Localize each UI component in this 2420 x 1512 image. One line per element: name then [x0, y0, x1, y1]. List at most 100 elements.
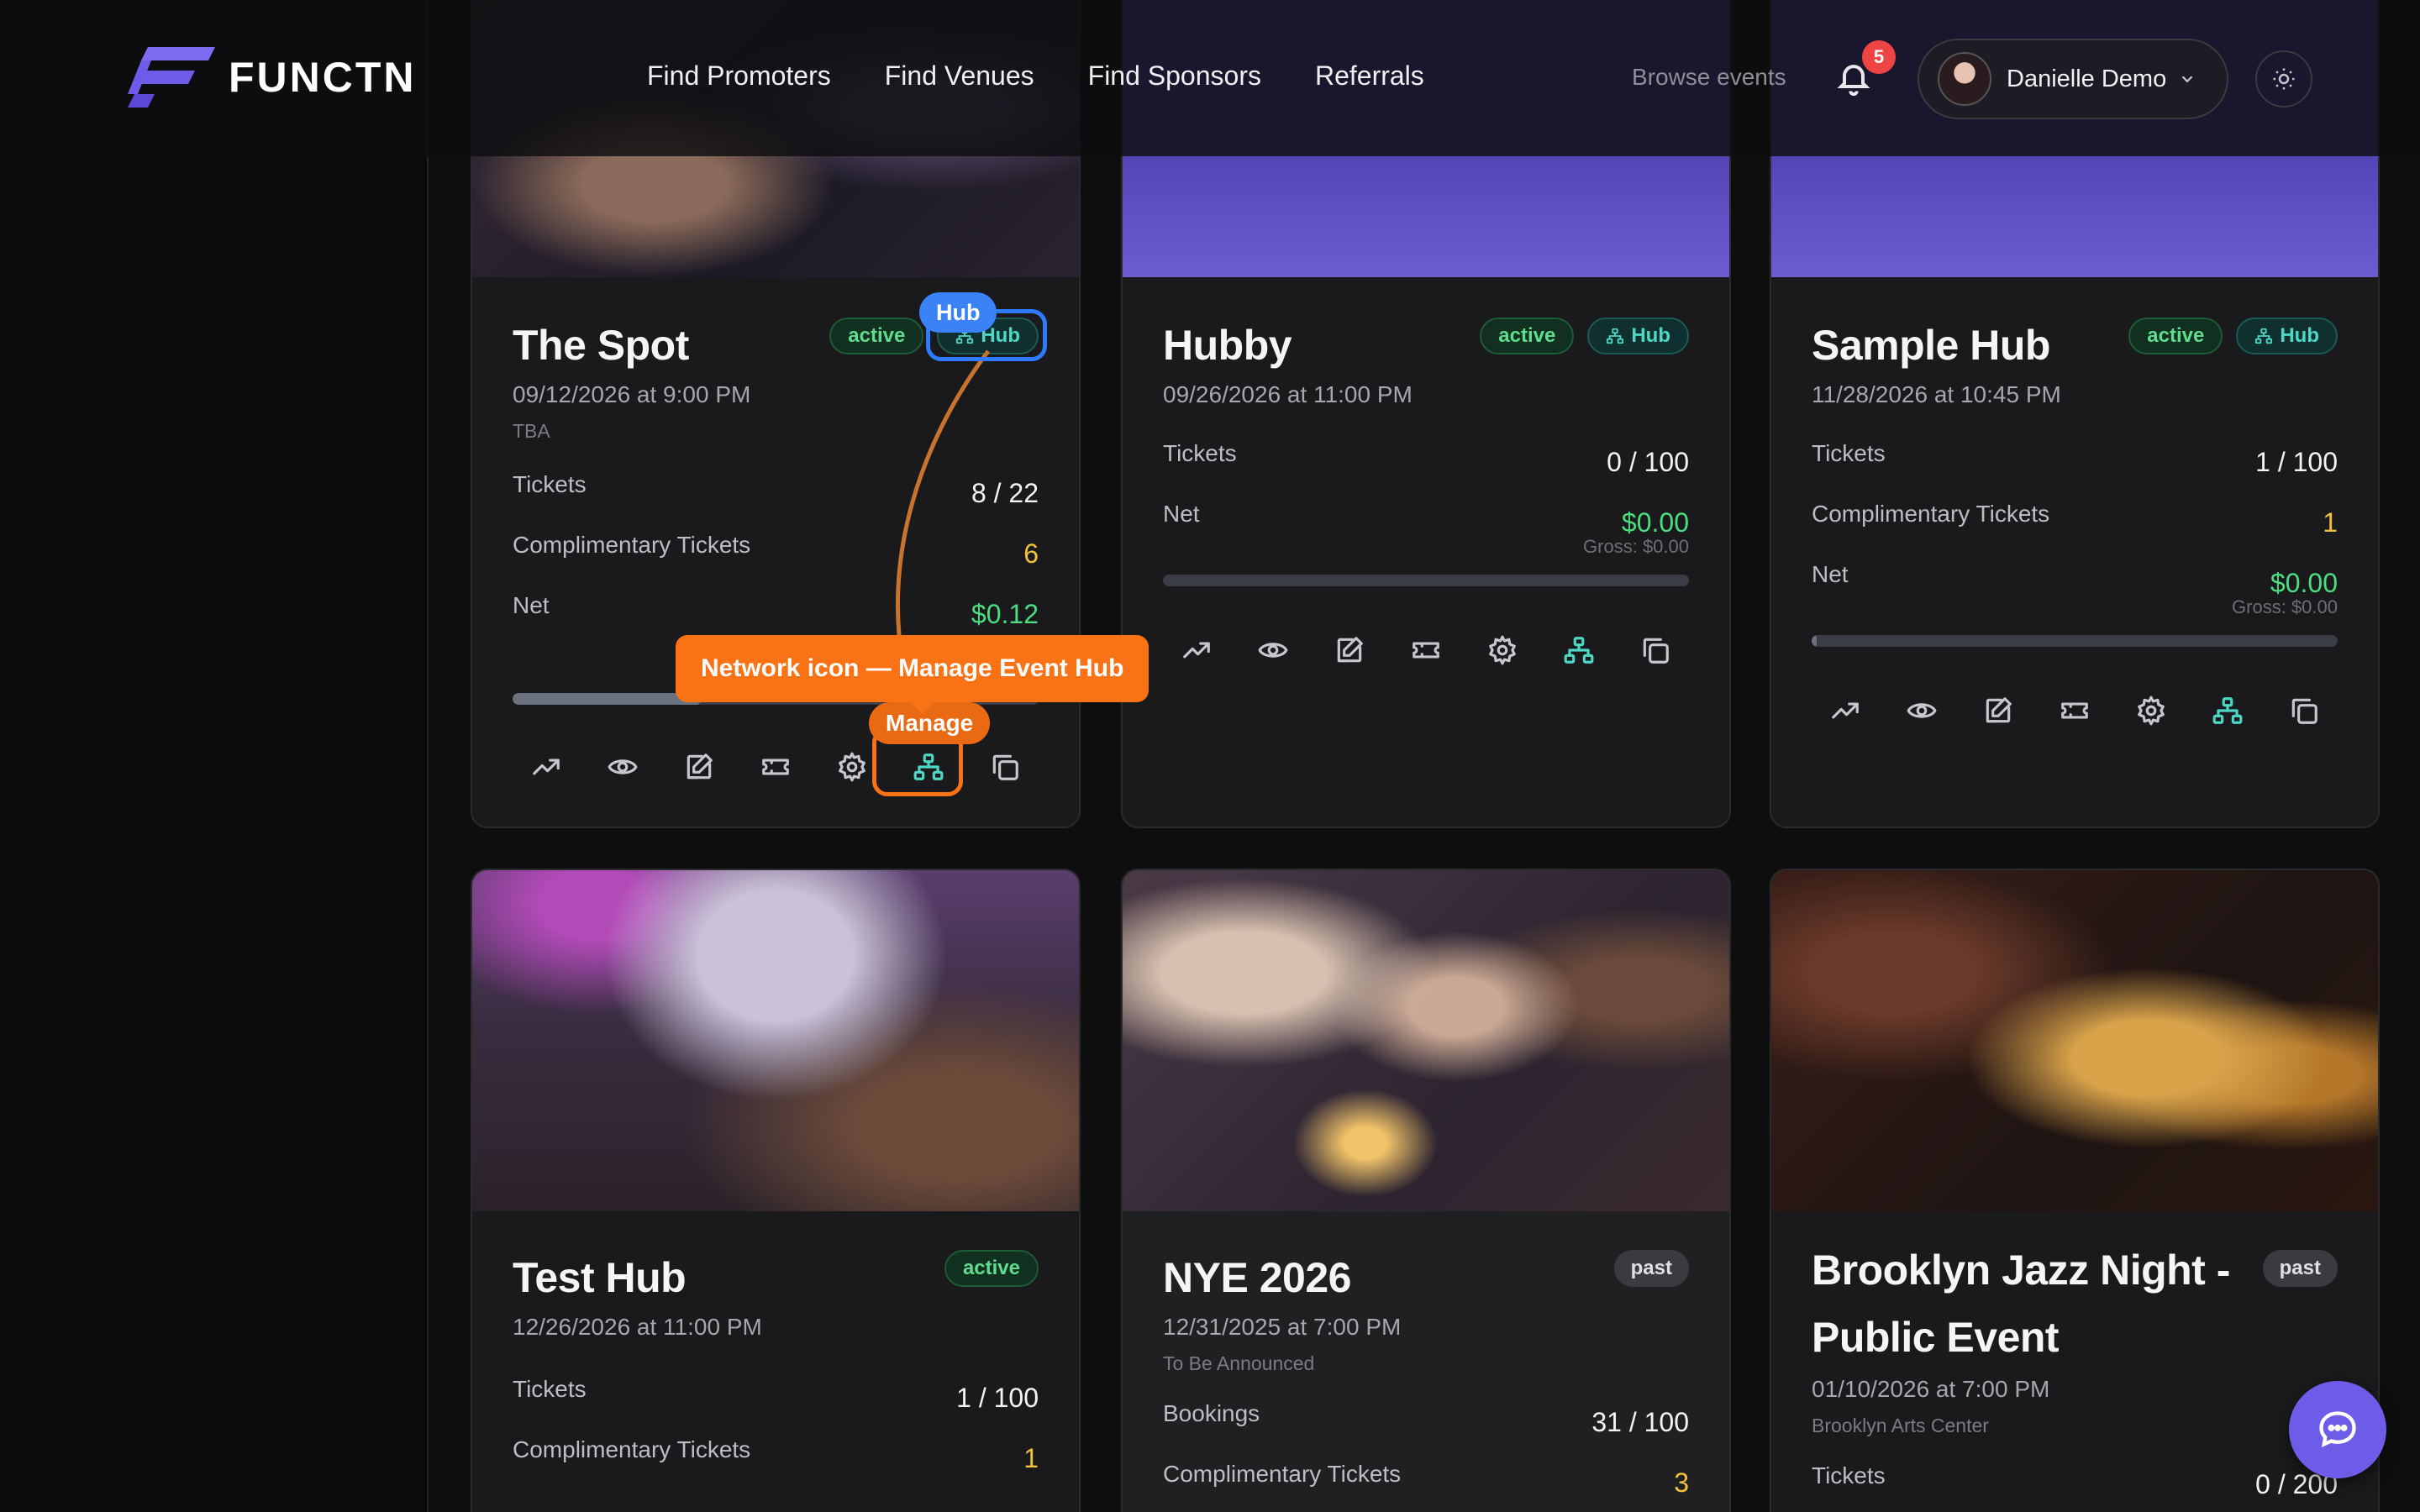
stat-row: Complimentary Tickets 6 [513, 532, 1039, 592]
analytics-icon[interactable] [1178, 632, 1215, 669]
stat-row: Tickets 8 / 22 [513, 471, 1039, 532]
stat-label: Complimentary Tickets [1812, 501, 2050, 527]
stat-value: 1 [2323, 507, 2338, 538]
sun-icon [2273, 68, 2295, 90]
event-date: 01/10/2026 at 7:00 PM [1812, 1376, 2050, 1402]
chat-icon [2319, 1411, 2356, 1447]
stat-value: 31 / 100 [1591, 1407, 1689, 1437]
stat-label: Tickets [513, 471, 587, 497]
avatar [1938, 52, 1991, 106]
analytics-icon[interactable] [1827, 692, 1864, 729]
notification-count-badge: 5 [1862, 40, 1896, 74]
stat-label: Tickets [1812, 440, 1886, 466]
ticket-progress [1163, 575, 1689, 586]
chat-button[interactable] [2289, 1381, 2386, 1478]
copy-icon[interactable] [2286, 692, 2323, 729]
event-date: 11/28/2026 at 10:45 PM [1812, 381, 2061, 407]
hub-badge-label: Hub [2280, 324, 2319, 347]
view-icon[interactable] [1255, 632, 1292, 669]
chevron-down-icon [2181, 76, 2193, 83]
event-card[interactable]: Test Hub 12/26/2026 at 11:00 PM active T… [471, 869, 1081, 1512]
stat-row: Tickets 1 / 100 [1812, 440, 2338, 501]
hub-badge-label: Hub [1631, 324, 1670, 347]
event-title[interactable]: NYE 2026 [1163, 1253, 1689, 1302]
network-icon[interactable] [2209, 692, 2246, 729]
stat-value: 1 / 100 [956, 1383, 1039, 1413]
copy-icon[interactable] [1637, 632, 1674, 669]
ticket-progress-fill [1812, 635, 1818, 647]
edit-icon[interactable] [681, 748, 718, 785]
user-menu[interactable]: Danielle Demo [1918, 39, 2228, 119]
network-icon-callout: Network icon — Manage Event Hub [676, 635, 1150, 714]
view-icon[interactable] [604, 748, 641, 785]
network-icon [2255, 328, 2273, 344]
event-title-line: Public Event [1812, 1314, 2060, 1361]
stat-value: 3 [1674, 1467, 1689, 1498]
edit-icon[interactable] [1980, 692, 2017, 729]
status-badge: past [2262, 1250, 2338, 1287]
view-icon[interactable] [1903, 692, 1940, 729]
gear-icon[interactable] [1484, 632, 1521, 669]
stat-value: 0 / 100 [1607, 447, 1689, 477]
stat-value: 1 / 100 [2255, 447, 2338, 477]
theme-toggle[interactable] [2255, 50, 2312, 108]
nav-find-promoters[interactable]: Find Promoters [647, 60, 831, 92]
nav-find-sponsors[interactable]: Find Sponsors [1088, 60, 1261, 92]
network-icon[interactable] [1560, 632, 1597, 669]
event-date: 09/12/2026 at 9:00 PM [513, 381, 751, 407]
stat-value: $0.00 [2270, 568, 2338, 598]
gear-icon[interactable] [2133, 692, 2170, 729]
status-badge: past [1613, 1250, 1689, 1287]
event-date: 09/26/2026 at 11:00 PM [1163, 381, 1413, 407]
stat-label: Tickets [1163, 440, 1237, 466]
stat-label: Net [1163, 501, 1200, 527]
stat-value: $0.00 [1621, 507, 1689, 538]
stat-row: Tickets 1 / 100 [513, 1376, 1039, 1436]
ticket-progress-fill [513, 693, 702, 705]
event-venue: TBA [513, 420, 550, 442]
event-title-line: Brooklyn Jazz Night - [1812, 1247, 2230, 1294]
status-badge: active [944, 1250, 1039, 1287]
stat-row: Complimentary Tickets 1 [1812, 501, 2338, 561]
ticket-icon[interactable] [1407, 632, 1444, 669]
stat-label: Net [513, 592, 550, 618]
user-name: Danielle Demo [2007, 65, 2167, 92]
status-badge: active [829, 318, 924, 354]
browse-events-link[interactable]: Browse events [1632, 64, 1786, 91]
network-icon [1607, 328, 1624, 344]
gear-icon[interactable] [834, 748, 871, 785]
hub-badge[interactable]: Hub [2236, 318, 2338, 354]
event-venue: To Be Announced [1163, 1352, 1315, 1374]
event-title[interactable]: Brooklyn Jazz Night - Public Event [1812, 1236, 2338, 1371]
brand-logo[interactable]: FUNCTN [128, 47, 417, 108]
stat-label: Complimentary Tickets [513, 532, 751, 558]
stat-value: 8 / 22 [971, 478, 1039, 508]
event-card[interactable]: NYE 2026 12/31/2025 at 7:00 PM To Be Ann… [1121, 869, 1731, 1512]
stat-row: Complimentary Tickets 3 [1163, 1461, 1689, 1512]
hub-badge[interactable]: Hub [1587, 318, 1689, 354]
gross-amount: Gross: $0.00 [1583, 536, 1689, 557]
copy-icon[interactable] [986, 748, 1023, 785]
stat-value: 1 [1023, 1443, 1039, 1473]
top-navigation: FUNCTN Find Promoters Find Venues Find S… [0, 0, 2420, 156]
event-image [1771, 870, 2378, 1211]
nav-referrals[interactable]: Referrals [1315, 60, 1424, 92]
stat-row: Bookings 31 / 100 [1163, 1400, 1689, 1461]
event-image [1123, 870, 1729, 1211]
stat-label: Net [1812, 561, 1849, 587]
analytics-icon[interactable] [528, 748, 565, 785]
brand-name: FUNCTN [229, 54, 417, 101]
stat-label: Tickets [1812, 1462, 1886, 1488]
event-card[interactable]: Brooklyn Jazz Night - Public Event 01/10… [1770, 869, 2380, 1512]
event-date: 12/26/2026 at 11:00 PM [513, 1314, 762, 1340]
stat-row: Tickets 0 / 200 [1812, 1462, 2338, 1512]
event-date: 12/31/2025 at 7:00 PM [1163, 1314, 1402, 1340]
edit-icon[interactable] [1331, 632, 1368, 669]
ticket-icon[interactable] [757, 748, 794, 785]
ticket-icon[interactable] [2056, 692, 2093, 729]
stat-value: $0.12 [971, 599, 1039, 629]
nav-find-venues[interactable]: Find Venues [885, 60, 1034, 92]
status-badge: active [2128, 318, 2223, 354]
event-venue: Brooklyn Arts Center [1812, 1415, 1989, 1436]
stat-value: 6 [1023, 538, 1039, 569]
